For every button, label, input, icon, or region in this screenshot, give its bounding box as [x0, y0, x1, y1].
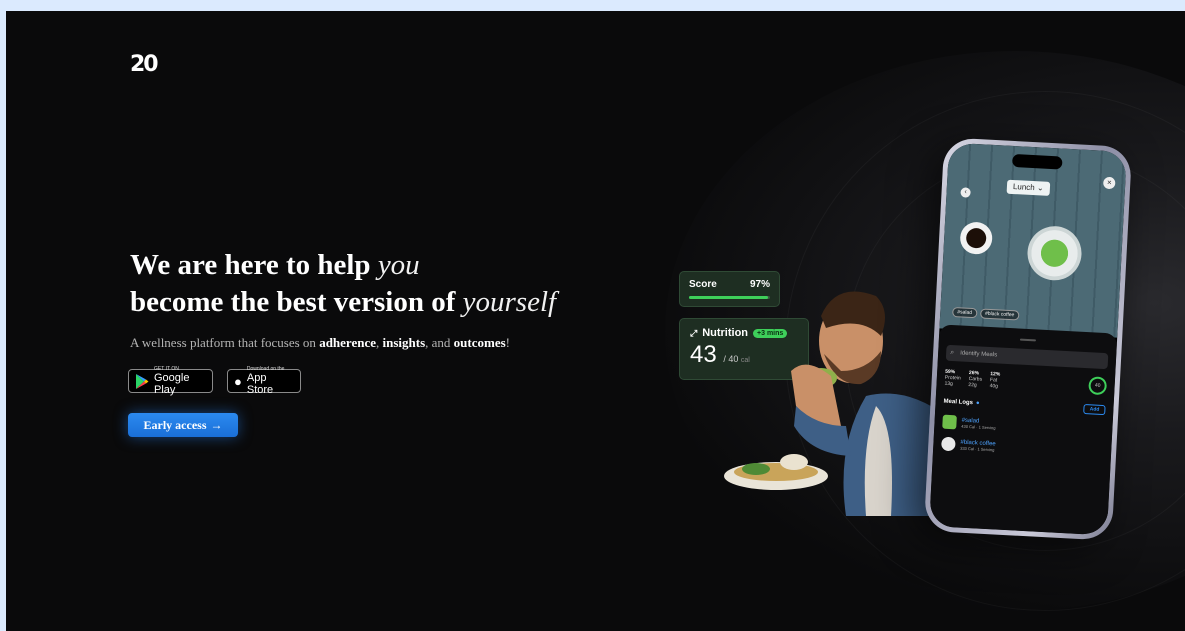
phone-mockup: ‹ Lunch ⌄ × #salad #black coffee Identif… — [923, 137, 1133, 541]
app-store-badge[interactable]: ● Download on the App Store — [227, 366, 301, 396]
identify-meals-search[interactable]: Identify Meals — [945, 344, 1109, 370]
meal-item-meta: 430 Cal · 1 Serving — [961, 423, 996, 430]
macro-fat-val: 40g — [989, 383, 999, 390]
calorie-ring: 40 — [1088, 376, 1108, 396]
trend-icon: ⤢ — [690, 327, 698, 338]
subline-end: ! — [505, 335, 511, 350]
macro-protein: 59% Protein 13g — [944, 369, 961, 388]
google-play-icon — [135, 373, 149, 389]
phone-screen: ‹ Lunch ⌄ × #salad #black coffee Identif… — [929, 142, 1127, 536]
hero-subline: A wellness platform that focuses on adhe… — [130, 335, 510, 351]
macro-carbs: 26% Carbs 22g — [968, 370, 982, 389]
salad-thumb — [942, 414, 957, 430]
subline-prefix: A wellness platform that focuses on — [130, 335, 316, 350]
score-label: Score — [689, 279, 717, 290]
tag-black-coffee[interactable]: #black coffee — [979, 308, 1020, 321]
apple-icon: ● — [234, 373, 242, 389]
meal-logs-header: Meal Logs ● Add — [943, 397, 1106, 416]
google-play-label: Google Play — [154, 372, 190, 396]
early-access-button[interactable]: Early access → — [128, 413, 238, 437]
info-icon: ● — [975, 400, 980, 407]
early-access-label: Early access — [143, 417, 207, 432]
headline-line1: We are here to help — [130, 249, 371, 281]
subline-sep: , — [376, 335, 380, 350]
brand-logo[interactable]: 20 — [130, 52, 164, 78]
meal-panel: Identify Meals 59%Protein13g 26%Carbs22g… — [929, 324, 1118, 536]
meal-log-item[interactable]: #black coffee 333 Cal · 1 Serving — [941, 436, 1104, 459]
subline-insights: insights — [382, 335, 426, 350]
landing-page: 20 We are here to help you become the be… — [6, 11, 1185, 631]
macro-protein-val: 13g — [944, 380, 954, 388]
macro-fat: 12% Fat 40g — [990, 371, 1001, 389]
headline-line2: become the best version of — [130, 286, 456, 318]
headline-line2-italic: yourself — [462, 286, 557, 318]
add-meal-button[interactable]: Add — [1083, 404, 1106, 416]
coffee-thumb — [941, 436, 956, 452]
phone-notch — [1011, 153, 1063, 170]
nutrition-value: 43 — [690, 341, 717, 368]
meal-selector[interactable]: Lunch ⌄ — [1006, 179, 1050, 196]
subline-adherence: adherence — [319, 335, 376, 350]
macro-summary: 59% Protein 13g 26% Carbs 22g 12% Fat 40g 40 — [944, 369, 1108, 396]
meal-log-item[interactable]: #salad 430 Cal · 1 Serving — [942, 414, 1105, 437]
drag-handle[interactable] — [1019, 338, 1036, 342]
tag-salad[interactable]: #salad — [952, 307, 978, 319]
macro-carbs-val: 22g — [968, 381, 977, 389]
subline-sep: , and — [425, 335, 451, 350]
headline-line1-italic: you — [377, 249, 420, 281]
arrow-right-icon: → — [210, 417, 223, 432]
hero-headline: We are here to help you become the best … — [130, 247, 650, 321]
app-store-label: App Store — [246, 372, 274, 396]
logo-text: 20 — [130, 52, 159, 77]
meal-logs-title: Meal Logs — [943, 398, 974, 407]
google-play-badge[interactable]: GET IT ON Google Play — [128, 366, 213, 396]
subline-outcomes: outcomes — [453, 335, 506, 350]
